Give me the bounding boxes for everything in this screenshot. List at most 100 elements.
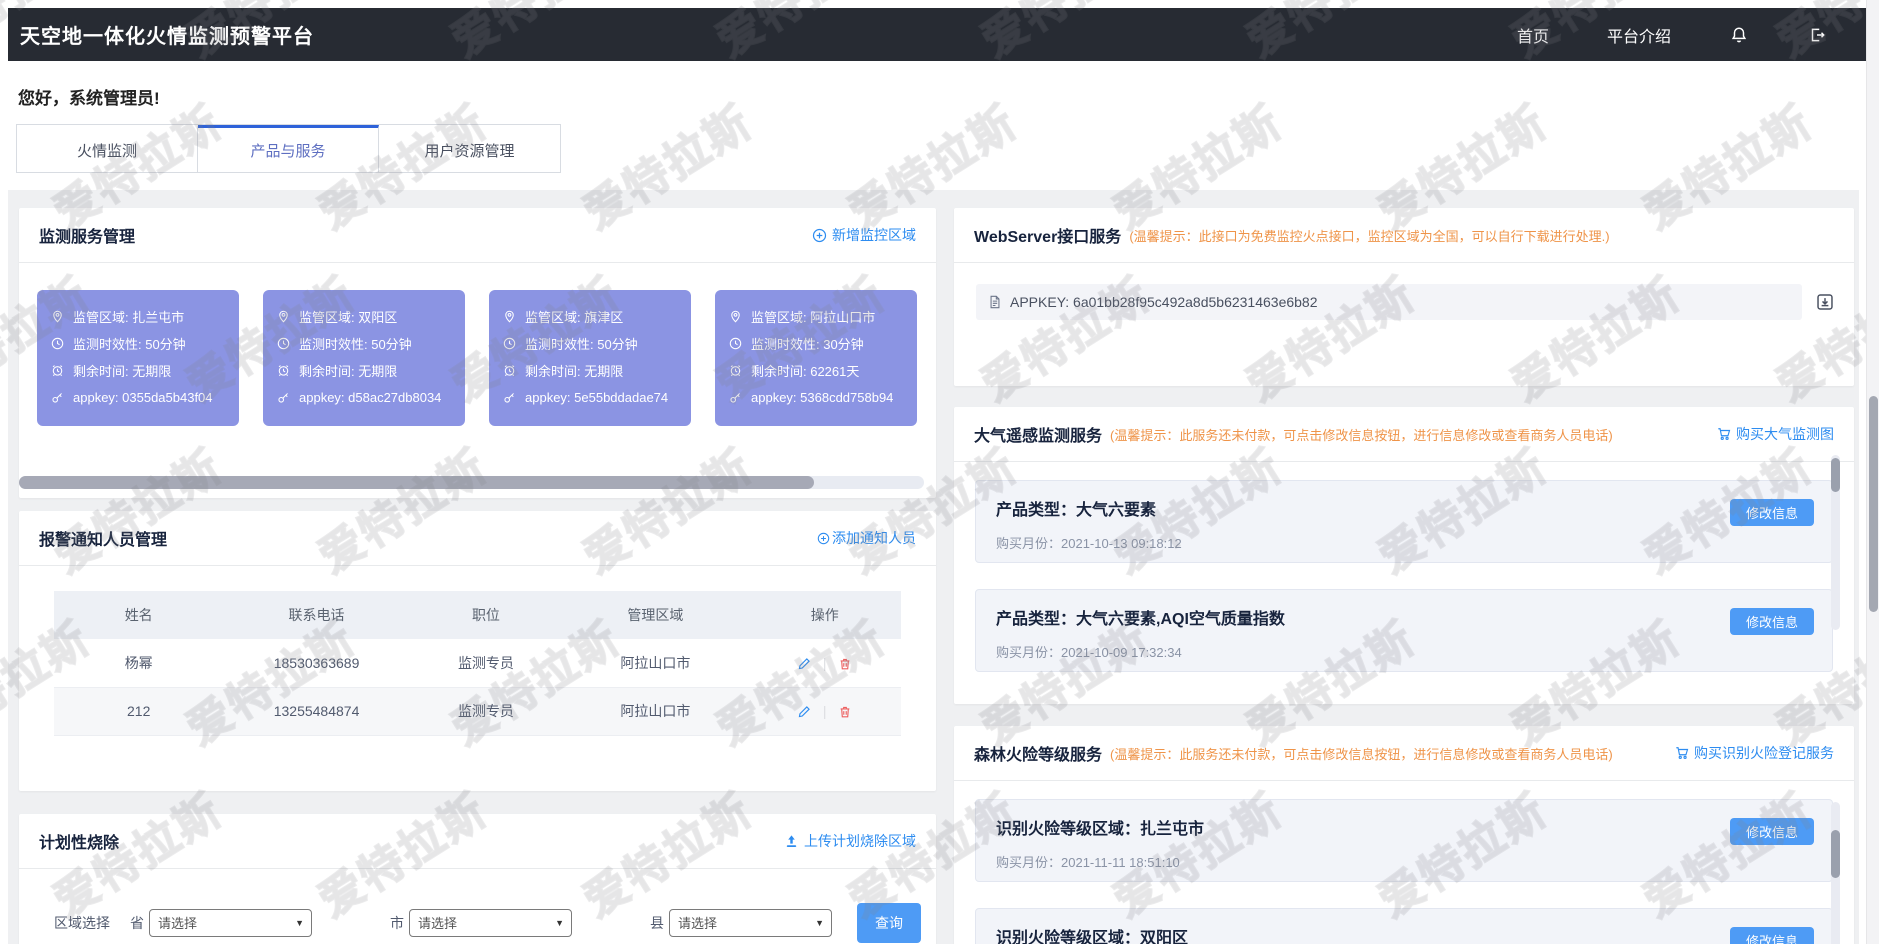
location-pin-icon — [277, 310, 292, 323]
product-type: 产品类型：大气六要素,AQI空气质量指数 — [996, 605, 1285, 629]
clock-icon — [729, 337, 744, 350]
nav-home[interactable]: 首页 — [1517, 23, 1549, 47]
city-select-wrap: 请选择 ▼ — [409, 909, 572, 937]
query-button[interactable]: 查询 — [857, 903, 921, 943]
col-actions: 操作 — [749, 591, 902, 639]
tab-user-resources[interactable]: 用户资源管理 — [379, 125, 560, 172]
cell-name: 杨幂 — [54, 639, 223, 687]
main-tabs: 火情监测 产品与服务 用户资源管理 — [16, 124, 561, 173]
card-appkey: appkey: 0355da5b43f04 — [73, 390, 213, 405]
add-notify-staff-link[interactable]: 添加通知人员 — [817, 528, 916, 548]
planned-burning-title: 计划性烧除 — [39, 829, 119, 853]
product-card: 产品类型：大气六要素 购买月份：2021-10-13 09:18:12 修改信息 — [975, 480, 1833, 563]
key-icon — [277, 391, 292, 404]
col-region: 管理区域 — [562, 591, 748, 639]
section-scrollbar-thumb[interactable] — [1831, 830, 1840, 878]
card-remaining: 剩余时间: 无期限 — [525, 361, 623, 380]
monitor-card[interactable]: 监管区域: 扎兰屯市 监测时效性: 50分钟 剩余时间: 无期限 appkey:… — [37, 290, 239, 426]
fire-risk-card-list: 识别火险等级区域：扎兰屯市 购买月份：2021-11-11 18:51:10 修… — [954, 781, 1854, 944]
section-scrollbar-thumb[interactable] — [1831, 458, 1840, 492]
card-remaining: 剩余时间: 无期限 — [73, 361, 171, 380]
appkey-row: APPKEY: 6a01bb28f95c492a8d5b6231463e6b82 — [976, 284, 1834, 320]
plus-circle-icon — [817, 532, 830, 545]
edit-icon[interactable] — [797, 657, 811, 671]
notify-staff-header: 报警通知人员管理 添加通知人员 — [19, 511, 936, 566]
county-select[interactable]: 请选择 — [669, 909, 832, 937]
section-scrollbar-track[interactable] — [1831, 455, 1840, 630]
card-appkey: appkey: 5e55bddadae74 — [525, 390, 668, 405]
cell-region: 阿拉山口市 — [562, 639, 748, 687]
delete-icon[interactable] — [838, 705, 852, 719]
horizontal-scrollbar-thumb[interactable] — [19, 476, 814, 489]
webserver-title: WebServer接口服务 — [974, 223, 1121, 247]
purchase-date: 购买月份：2021-11-11 18:51:10 — [996, 852, 1204, 871]
upload-icon — [784, 834, 799, 849]
buy-atmosphere-map-label: 购买大气监测图 — [1736, 424, 1834, 444]
location-pin-icon — [503, 310, 518, 323]
purchase-date: 购买月份：2021-10-09 17:32:34 — [996, 642, 1285, 661]
monitor-card[interactable]: 监管区域: 阿拉山口市 监测时效性: 30分钟 剩余时间: 62261天 app… — [715, 290, 917, 426]
region-select-form: 区域选择 省 请选择 ▼ 市 请选择 ▼ 县 — [19, 869, 936, 943]
clock-icon — [51, 337, 66, 350]
purchase-date: 购买月份：2021-10-13 09:18:12 — [996, 533, 1182, 552]
alarm-clock-icon — [277, 364, 292, 377]
notify-staff-title: 报警通知人员管理 — [39, 526, 167, 550]
upload-burn-area-label: 上传计划烧除区域 — [804, 831, 916, 851]
page-scrollbar-thumb[interactable] — [1869, 396, 1878, 612]
fire-risk-hint: (温馨提示：此服务还未付款，可点击修改信息按钮，进行信息修改或查看商务人员电话) — [1110, 744, 1613, 763]
product-info: 识别火险等级区域：扎兰屯市 购买月份：2021-11-11 18:51:10 — [996, 815, 1204, 871]
modify-info-button[interactable]: 修改信息 — [1730, 818, 1814, 845]
monitor-service-title: 监测服务管理 — [39, 223, 135, 247]
download-icon[interactable] — [1816, 293, 1834, 311]
product-info: 产品类型：大气六要素,AQI空气质量指数 购买月份：2021-10-09 17:… — [996, 605, 1285, 661]
table-header-row: 姓名 联系电话 职位 管理区域 操作 — [54, 591, 901, 639]
nav-platform-intro[interactable]: 平台介绍 — [1607, 23, 1671, 47]
col-position: 职位 — [410, 591, 562, 639]
delete-icon[interactable] — [838, 657, 852, 671]
top-nav: 首页 平台介绍 — [1517, 23, 1827, 47]
document-icon — [988, 295, 1002, 309]
table-row: 212 13255484874 监测专员 阿拉山口市 | — [54, 687, 901, 735]
city-label: 市 — [390, 913, 404, 933]
card-appkey: appkey: d58ac27db8034 — [299, 390, 441, 405]
modify-info-button[interactable]: 修改信息 — [1730, 927, 1814, 944]
alarm-clock-icon — [51, 364, 66, 377]
upload-burn-area-link[interactable]: 上传计划烧除区域 — [784, 831, 916, 851]
card-timeliness: 监测时效性: 50分钟 — [73, 334, 186, 353]
section-scrollbar-track[interactable] — [1831, 802, 1840, 944]
notify-staff-table: 姓名 联系电话 职位 管理区域 操作 杨幂 18530363689 监测专员 阿… — [54, 591, 901, 736]
product-type: 产品类型：大气六要素 — [996, 496, 1182, 520]
horizontal-scrollbar-track[interactable] — [19, 476, 924, 489]
panel-webserver-api: WebServer接口服务 (温馨提示：此接口为免费监控火点接口，监控区域为全国… — [954, 208, 1854, 386]
page-scrollbar-track[interactable] — [1866, 0, 1879, 944]
monitor-card[interactable]: 监管区域: 旗津区 监测时效性: 50分钟 剩余时间: 无期限 appkey: … — [489, 290, 691, 426]
modify-info-button[interactable]: 修改信息 — [1730, 499, 1814, 526]
modify-info-button[interactable]: 修改信息 — [1730, 608, 1814, 635]
tab-fire-monitor[interactable]: 火情监测 — [17, 125, 198, 172]
province-select-wrap: 请选择 ▼ — [149, 909, 312, 937]
location-pin-icon — [51, 310, 66, 323]
cart-icon — [1717, 427, 1731, 441]
buy-fire-risk-service-link[interactable]: 购买识别火险登记服务 — [1675, 743, 1834, 763]
cell-phone: 13255484874 — [223, 687, 409, 735]
province-select[interactable]: 请选择 — [149, 909, 312, 937]
atmosphere-card-list: 产品类型：大气六要素 购买月份：2021-10-13 09:18:12 修改信息… — [954, 462, 1854, 672]
add-monitor-area-link[interactable]: 新增监控区域 — [812, 225, 916, 245]
add-monitor-area-label: 新增监控区域 — [832, 225, 916, 245]
page: 天空地一体化火情监测预警平台 首页 平台介绍 您好，系统管理员! 火情监测 产品… — [0, 0, 1879, 944]
alarm-clock-icon — [729, 364, 744, 377]
action-divider: | — [823, 655, 827, 671]
edit-icon[interactable] — [797, 705, 811, 719]
appkey-value: APPKEY: 6a01bb28f95c492a8d5b6231463e6b82 — [1010, 294, 1318, 310]
buy-atmosphere-map-link[interactable]: 购买大气监测图 — [1717, 424, 1834, 444]
fire-risk-header: 森林火险等级服务 (温馨提示：此服务还未付款，可点击修改信息按钮，进行信息修改或… — [954, 726, 1854, 781]
monitor-card[interactable]: 监管区域: 双阳区 监测时效性: 50分钟 剩余时间: 无期限 appkey: … — [263, 290, 465, 426]
logout-icon[interactable] — [1807, 25, 1827, 45]
cell-actions: | — [749, 687, 902, 735]
tab-products-services[interactable]: 产品与服务 — [198, 125, 379, 172]
bell-icon[interactable] — [1729, 25, 1749, 45]
cart-icon — [1675, 746, 1689, 760]
col-name: 姓名 — [54, 591, 223, 639]
city-select[interactable]: 请选择 — [409, 909, 572, 937]
card-region: 监管区域: 阿拉山口市 — [751, 307, 875, 326]
